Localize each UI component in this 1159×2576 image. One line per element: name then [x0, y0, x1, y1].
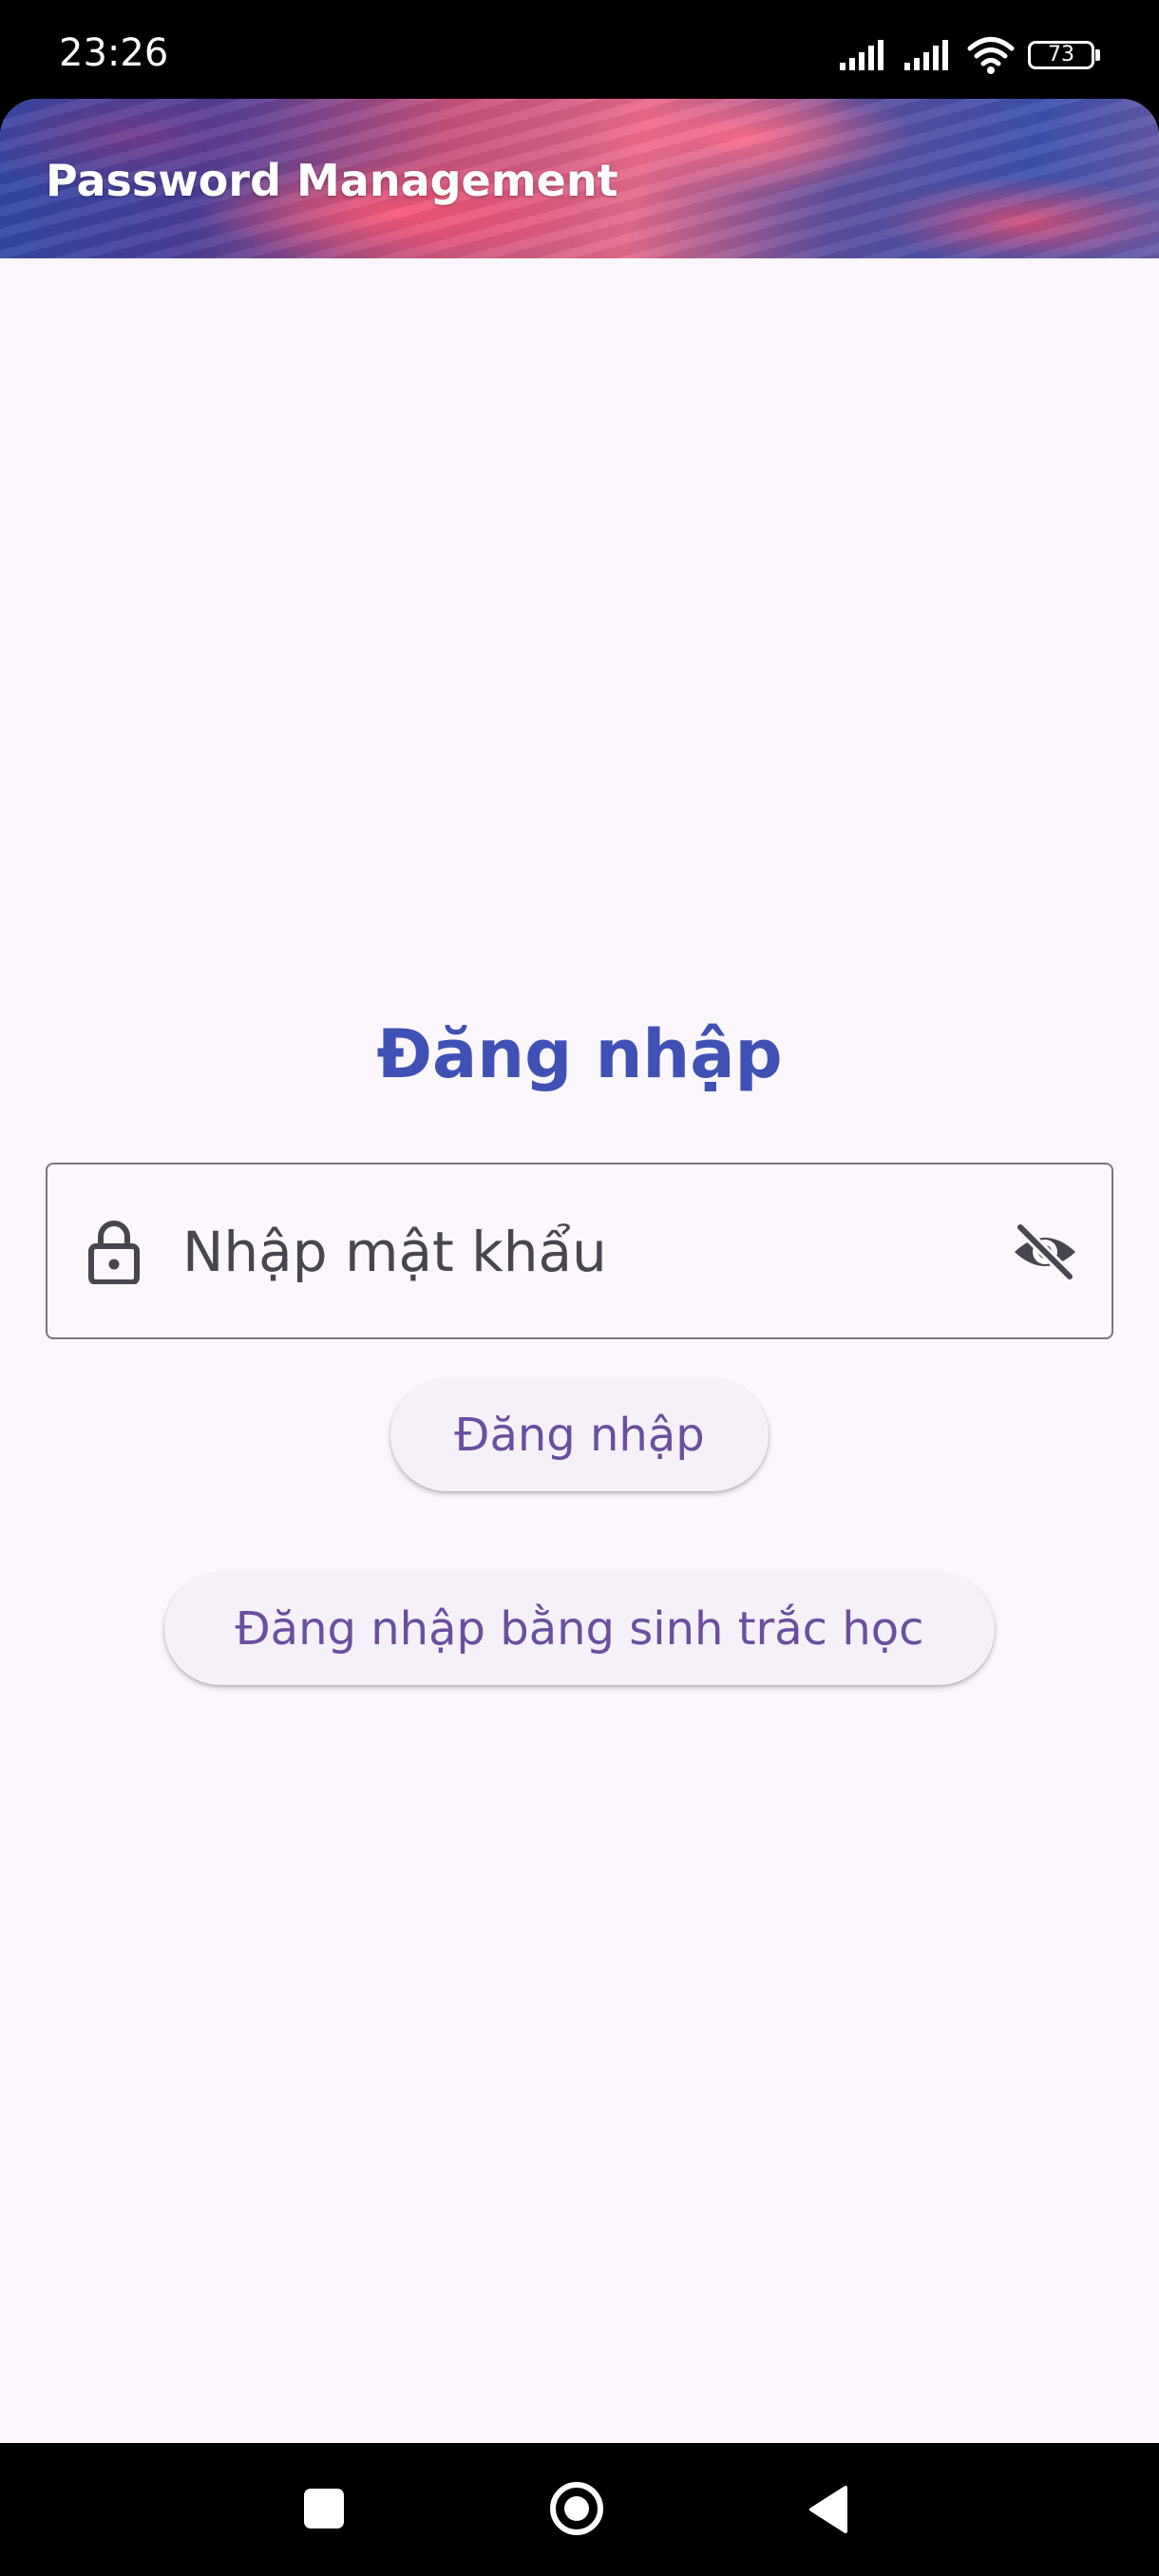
visibility-off-icon[interactable]	[1011, 1222, 1079, 1282]
biometric-login-button[interactable]: Đăng nhập bằng sinh trắc học	[164, 1573, 995, 1685]
signal-icon	[904, 40, 948, 70]
battery-tip	[1095, 49, 1100, 61]
lock-icon	[88, 1221, 140, 1284]
status-bar: 23:26 73	[0, 0, 1159, 99]
password-field[interactable]	[46, 1163, 1113, 1339]
battery-level: 73	[1048, 43, 1074, 66]
recent-apps-icon[interactable]	[304, 2489, 344, 2529]
status-time: 23:26	[59, 31, 169, 75]
app-bar: Password Management	[0, 99, 1159, 258]
back-icon[interactable]	[808, 2485, 849, 2534]
app-surface: Password Management Đăng nhập Đăng nhập …	[0, 99, 1159, 2443]
phone-screen: 23:26 73 Password Management Đăng nhập Đ…	[0, 0, 1159, 2576]
battery-body: 73	[1028, 41, 1094, 69]
home-icon[interactable]	[549, 2481, 604, 2536]
status-icons: 73	[838, 34, 1100, 76]
login-button[interactable]: Đăng nhập	[390, 1379, 769, 1491]
password-input[interactable]	[182, 1208, 999, 1296]
battery-icon: 73	[1028, 41, 1100, 69]
navigation-bar	[0, 2443, 1159, 2576]
app-title: Password Management	[46, 155, 618, 206]
login-heading: Đăng nhập	[376, 1015, 783, 1093]
wifi-icon	[967, 37, 1015, 74]
signal-icon	[840, 40, 884, 70]
